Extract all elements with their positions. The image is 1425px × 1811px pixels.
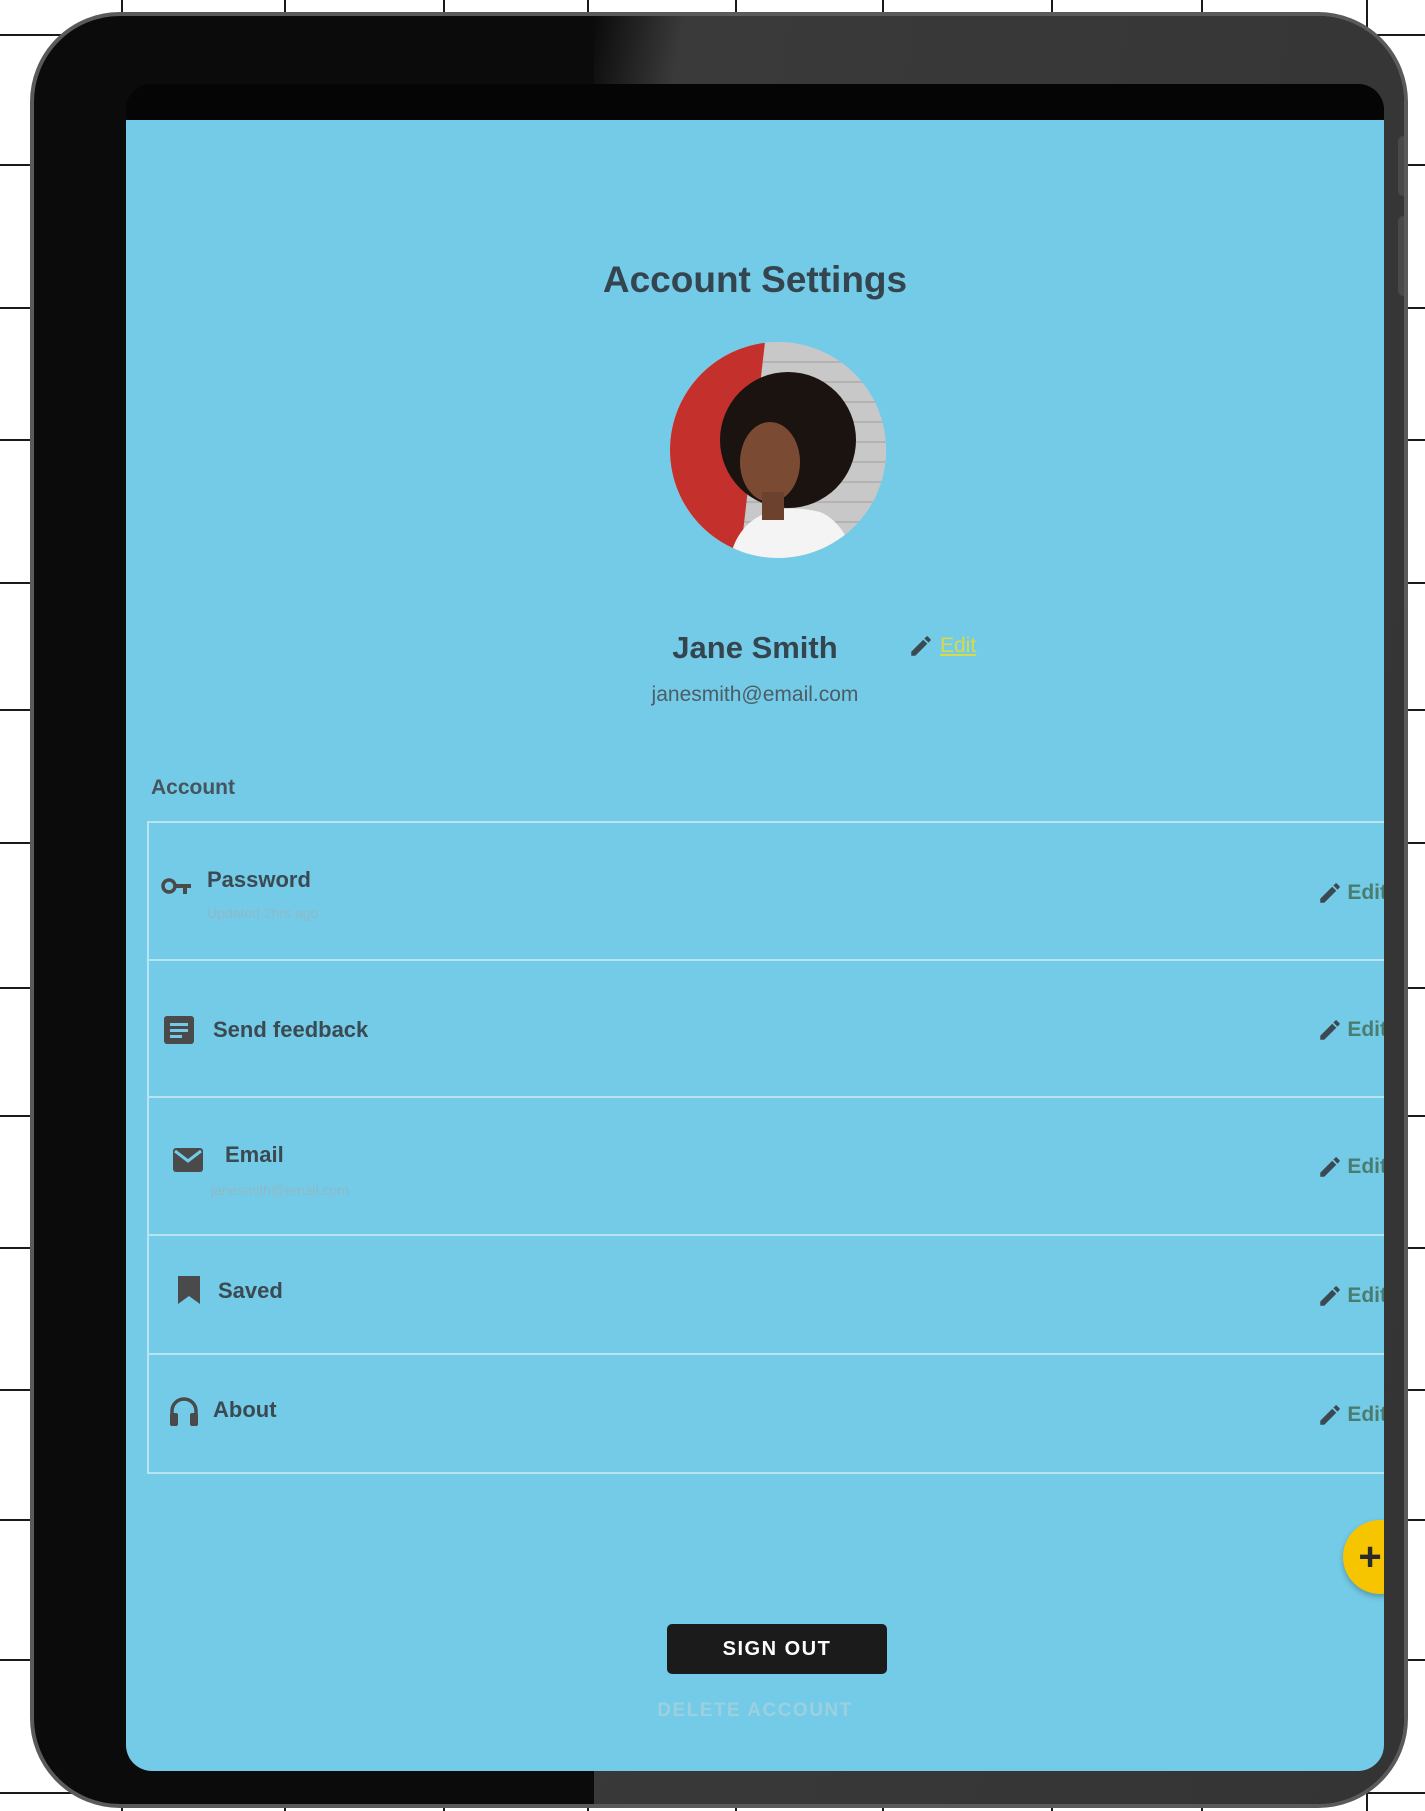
mail-icon bbox=[173, 1148, 203, 1172]
sign-out-button[interactable]: SIGN OUT bbox=[667, 1624, 887, 1674]
account-options-list: Password Updated 2hrs ago Edit Send feed… bbox=[147, 821, 1384, 1474]
edit-send-feedback-button[interactable]: Edit bbox=[1317, 1017, 1384, 1043]
list-item-title: About bbox=[213, 1397, 277, 1422]
pencil-icon bbox=[1320, 1286, 1341, 1306]
status-bar bbox=[126, 84, 1384, 120]
headphones-icon bbox=[170, 1397, 198, 1426]
list-item-title: Send feedback bbox=[213, 1017, 369, 1042]
list-item-title: Email bbox=[225, 1142, 284, 1167]
section-label-account: Account bbox=[151, 776, 235, 799]
delete-account-button[interactable]: DELETE ACCOUNT bbox=[126, 1700, 1384, 1722]
edit-label: Edit bbox=[1347, 1403, 1384, 1426]
plus-icon: + bbox=[1358, 1535, 1382, 1579]
account-settings-page: Account Settings Jane Smith Edit janesmi… bbox=[126, 120, 1384, 1771]
key-icon bbox=[161, 878, 191, 894]
fab-add-button[interactable]: + bbox=[1343, 1520, 1384, 1594]
edit-label: Edit bbox=[1347, 1155, 1384, 1178]
pencil-icon bbox=[1320, 1157, 1341, 1177]
tablet-frame: Account Settings Jane Smith Edit janesmi… bbox=[30, 12, 1408, 1808]
list-item-saved[interactable]: Saved Edit bbox=[147, 1236, 1384, 1355]
profile-photo bbox=[670, 342, 886, 558]
list-item-title: Saved bbox=[218, 1278, 283, 1303]
edit-profile-button[interactable]: Edit bbox=[908, 633, 976, 659]
edit-label: Edit bbox=[1347, 1284, 1384, 1307]
edit-saved-button[interactable]: Edit bbox=[1317, 1283, 1384, 1309]
list-item-title: Password bbox=[207, 867, 311, 892]
edit-profile-label: Edit bbox=[940, 634, 977, 657]
pencil-icon bbox=[1320, 883, 1341, 903]
profile-name: Jane Smith bbox=[672, 630, 838, 665]
page-title: Account Settings bbox=[602, 259, 908, 300]
list-item-subtitle: janesmith@email.com bbox=[211, 1182, 349, 1198]
profile-email: janesmith@email.com bbox=[651, 683, 859, 706]
list-item-about[interactable]: About Edit bbox=[147, 1355, 1384, 1474]
list-item-subtitle: Updated 2hrs ago bbox=[207, 905, 319, 921]
list-item-password[interactable]: Password Updated 2hrs ago Edit bbox=[147, 823, 1384, 961]
edit-password-button[interactable]: Edit bbox=[1317, 880, 1384, 906]
hardware-button-volume bbox=[1398, 216, 1404, 296]
pencil-icon bbox=[1320, 1405, 1341, 1425]
edit-email-button[interactable]: Edit bbox=[1317, 1154, 1384, 1180]
message-icon bbox=[164, 1016, 194, 1044]
pencil-icon bbox=[911, 636, 931, 656]
avatar[interactable] bbox=[670, 342, 886, 558]
bookmark-icon bbox=[178, 1276, 200, 1304]
edit-label: Edit bbox=[1347, 881, 1384, 904]
list-item-email[interactable]: Email janesmith@email.com Edit bbox=[147, 1098, 1384, 1236]
app-screen: Account Settings Jane Smith Edit janesmi… bbox=[126, 84, 1384, 1771]
edit-about-button[interactable]: Edit bbox=[1317, 1402, 1384, 1428]
hardware-button-top bbox=[1398, 136, 1404, 196]
edit-label: Edit bbox=[1347, 1018, 1384, 1041]
pencil-icon bbox=[1320, 1020, 1341, 1040]
list-item-send-feedback[interactable]: Send feedback Edit bbox=[147, 961, 1384, 1098]
